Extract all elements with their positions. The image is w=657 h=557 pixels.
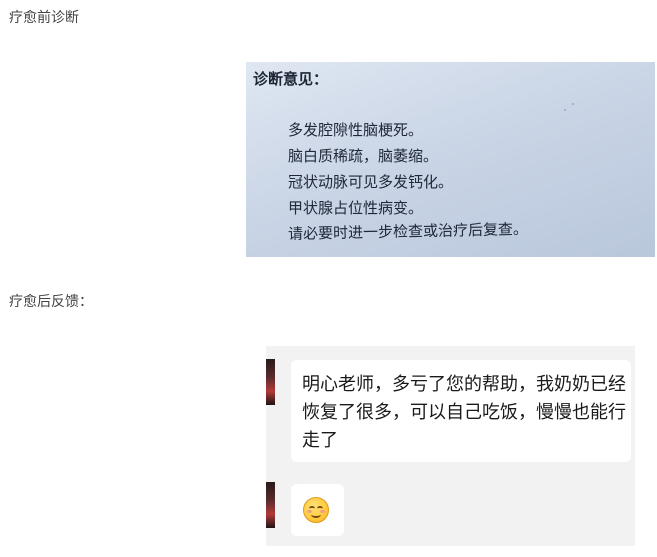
before-diagnosis-heading: 疗愈前诊断 [9, 10, 79, 26]
diagnosis-report-photo: 诊断意见： 多发腔隙性脑梗死。 脑白质稀疏，脑萎缩。 冠状动脉可见多发钙化。 甲… [246, 62, 655, 257]
message-text: 明心老师，多亏了您的帮助，我奶奶已经恢复了很多，可以自己吃饭，慢慢也能行走了 [302, 374, 626, 451]
report-line: 冠状动脉可见多发钙化。 [288, 173, 454, 191]
report-line: 请必要时进一步检查或治疗后复查。 [287, 219, 529, 243]
report-line: 脑白质稀疏，脑萎缩。 [288, 147, 439, 165]
sender-avatar [266, 482, 275, 528]
paper-speck [564, 109, 566, 111]
emoji-message-bubble [291, 484, 344, 536]
after-feedback-heading: 疗愈后反馈： [9, 294, 93, 310]
report-lines: 多发腔隙性脑梗死。 脑白质稀疏，脑萎缩。 冠状动脉可见多发钙化。 甲状腺占位性病… [288, 117, 528, 247]
message-bubble: 明心老师，多亏了您的帮助，我奶奶已经恢复了很多，可以自己吃饭，慢慢也能行走了 [291, 360, 631, 462]
paper-speck [572, 103, 574, 105]
sender-avatar [266, 359, 275, 405]
report-title: 诊断意见： [253, 70, 329, 88]
smiling-face-emoji-icon [303, 497, 329, 523]
report-line: 多发腔隙性脑梗死。 [288, 121, 424, 139]
chat-screenshot: 明心老师，多亏了您的帮助，我奶奶已经恢复了很多，可以自己吃饭，慢慢也能行走了 [266, 346, 635, 546]
